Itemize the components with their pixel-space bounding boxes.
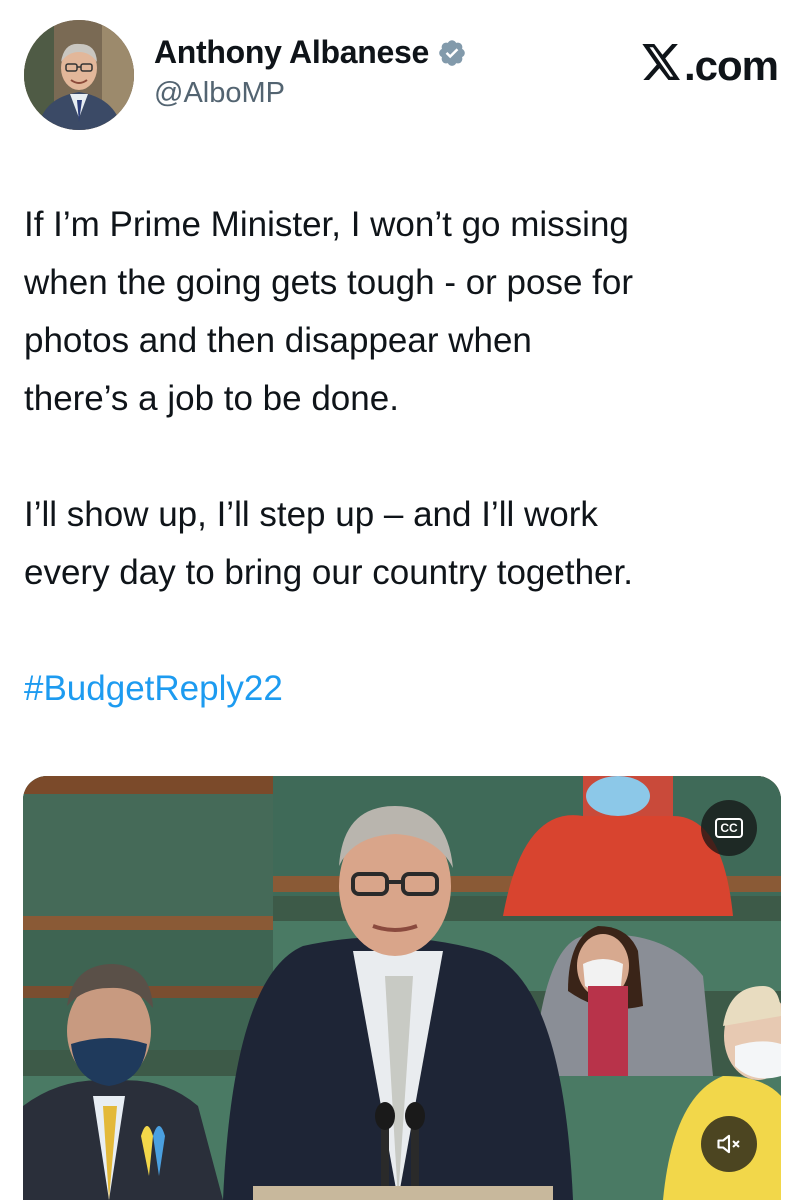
tweet-line: photos and then disappear when <box>24 321 532 360</box>
closed-captions-button[interactable]: CC <box>701 800 757 856</box>
x-brand-label: .com <box>642 42 779 90</box>
closed-captions-icon: CC <box>715 818 743 838</box>
tweet-line: when the going gets tough - or pose for <box>24 263 634 302</box>
video-frame-image <box>23 776 781 1200</box>
tweet-line: every day to bring our country together. <box>24 553 633 592</box>
avatar-photo-icon <box>24 20 134 130</box>
tweet-line: there’s a job to be done. <box>24 379 399 418</box>
x-logo-icon <box>642 44 682 80</box>
tweet-paragraph-1: If I’m Prime Minister, I won’t go missin… <box>24 196 784 428</box>
author-avatar[interactable] <box>24 20 134 130</box>
author-handle[interactable]: @AlboMP <box>154 77 467 110</box>
author-info: Anthony Albanese @AlboMP <box>154 34 467 110</box>
tweet-line: If I’m Prime Minister, I won’t go missin… <box>24 205 629 244</box>
verified-badge-icon <box>437 38 467 68</box>
muted-speaker-icon <box>717 1134 740 1154</box>
author-display-name[interactable]: Anthony Albanese <box>154 34 429 71</box>
hashtag-link[interactable]: #BudgetReply22 <box>24 669 283 708</box>
tweet-line: I’ll show up, I’ll step up – and I’ll wo… <box>24 495 598 534</box>
tweet-paragraph-3: #BudgetReply22 <box>24 660 784 718</box>
brand-domain-text: .com <box>683 42 779 89</box>
mute-toggle-button[interactable] <box>701 1116 757 1172</box>
tweet-body: If I’m Prime Minister, I won’t go missin… <box>24 196 784 718</box>
tweet-video[interactable]: CC <box>23 776 781 1200</box>
tweet-paragraph-2: I’ll show up, I’ll step up – and I’ll wo… <box>24 486 784 602</box>
author-name-row: Anthony Albanese <box>154 34 467 71</box>
tweet-header: Anthony Albanese @AlboMP .com <box>24 20 780 134</box>
